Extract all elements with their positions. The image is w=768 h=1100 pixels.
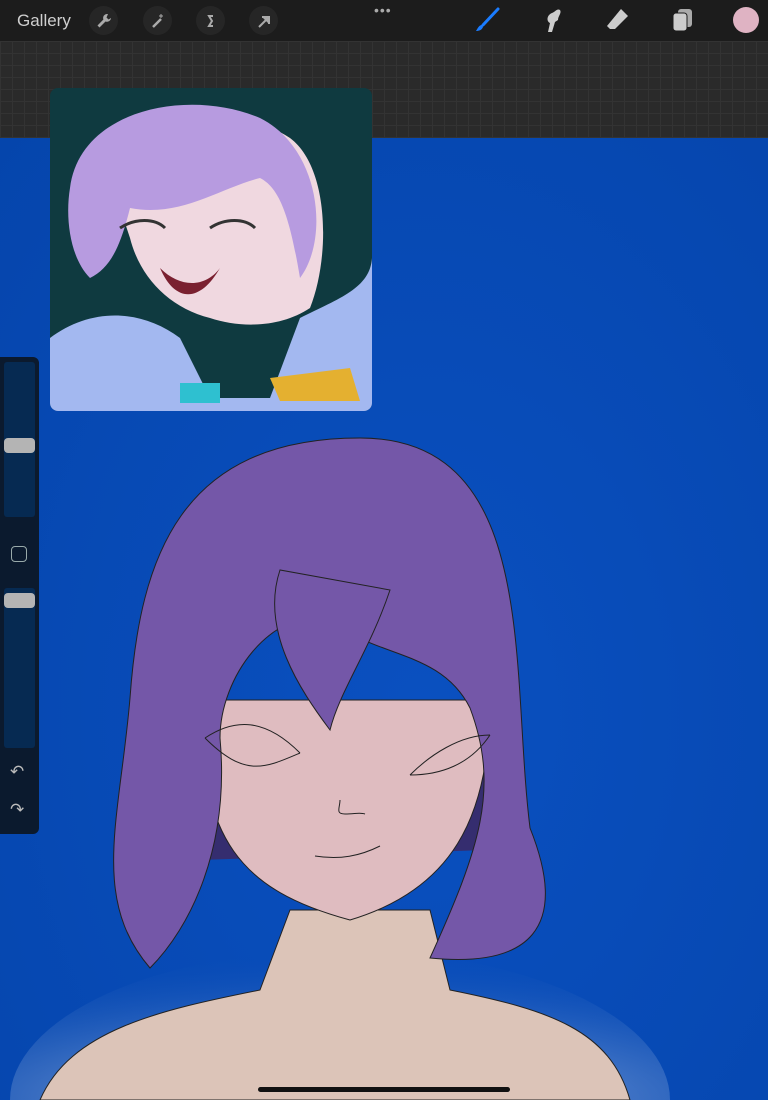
- transform-arrow-icon[interactable]: [249, 6, 278, 35]
- layers-icon[interactable]: [668, 6, 696, 34]
- wrench-icon[interactable]: [89, 6, 118, 35]
- redo-icon[interactable]: ↷: [10, 800, 24, 820]
- opacity-slider[interactable]: [4, 588, 35, 748]
- magic-wand-icon[interactable]: [143, 6, 172, 35]
- top-toolbar: Gallery •••: [0, 0, 768, 41]
- brush-icon[interactable]: [473, 6, 501, 34]
- reference-image[interactable]: [50, 88, 372, 411]
- brush-size-slider[interactable]: [4, 362, 35, 517]
- eyedropper-square-button[interactable]: [11, 546, 27, 562]
- opacity-thumb[interactable]: [4, 593, 35, 608]
- sidebar: ↶ ↷: [0, 357, 39, 834]
- eraser-icon[interactable]: [603, 6, 631, 34]
- selection-icon[interactable]: [196, 6, 225, 35]
- color-picker-button[interactable]: [733, 7, 759, 33]
- brush-size-thumb[interactable]: [4, 438, 35, 453]
- smudge-icon[interactable]: [538, 6, 566, 34]
- undo-icon[interactable]: ↶: [10, 762, 24, 782]
- more-menu[interactable]: •••: [374, 2, 392, 18]
- gallery-button[interactable]: Gallery: [17, 11, 71, 31]
- home-indicator[interactable]: [258, 1087, 510, 1092]
